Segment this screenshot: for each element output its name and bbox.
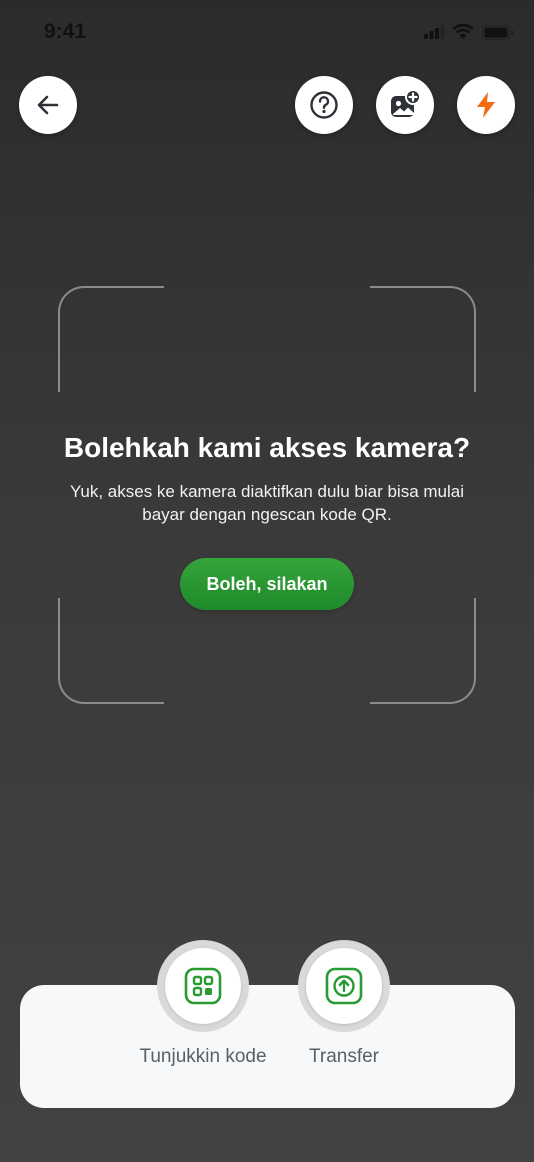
status-icons [424, 24, 514, 40]
wifi-icon [452, 24, 474, 39]
camera-permission-description: Yuk, akses ke kamera diaktifkan dulu bia… [69, 482, 465, 524]
signal-icon [424, 25, 444, 39]
battery-icon [482, 24, 514, 40]
transfer-action[interactable]: Transfer [254, 940, 434, 1068]
scan-screen: 9:41 Bolehkah kami akses kamera? Yuk, ak… [0, 0, 534, 1162]
flash-icon [477, 92, 495, 118]
qr-code-icon [184, 967, 222, 1005]
help-button[interactable] [295, 76, 353, 134]
status-time: 9:41 [44, 20, 87, 43]
scan-frame-corner-bottom-right [370, 598, 476, 704]
transfer-button[interactable] [298, 940, 390, 1032]
back-arrow-icon [37, 95, 59, 115]
camera-permission-title: Bolehkah kami akses kamera? [63, 432, 471, 463]
back-button[interactable] [19, 76, 77, 134]
help-icon [310, 91, 338, 119]
gallery-button[interactable] [376, 76, 434, 134]
show-code-button[interactable] [157, 940, 249, 1032]
scan-frame-corner-top-left [58, 286, 164, 392]
flash-button[interactable] [457, 76, 515, 134]
scan-frame-corner-bottom-left [58, 598, 164, 704]
gallery-add-icon [391, 89, 421, 117]
transfer-upload-icon [325, 967, 363, 1005]
scan-frame-corner-top-right [370, 286, 476, 392]
status-bar: 9:41 [0, 0, 534, 64]
allow-camera-button[interactable]: Boleh, silakan [180, 558, 354, 610]
transfer-label: Transfer [308, 1046, 380, 1067]
